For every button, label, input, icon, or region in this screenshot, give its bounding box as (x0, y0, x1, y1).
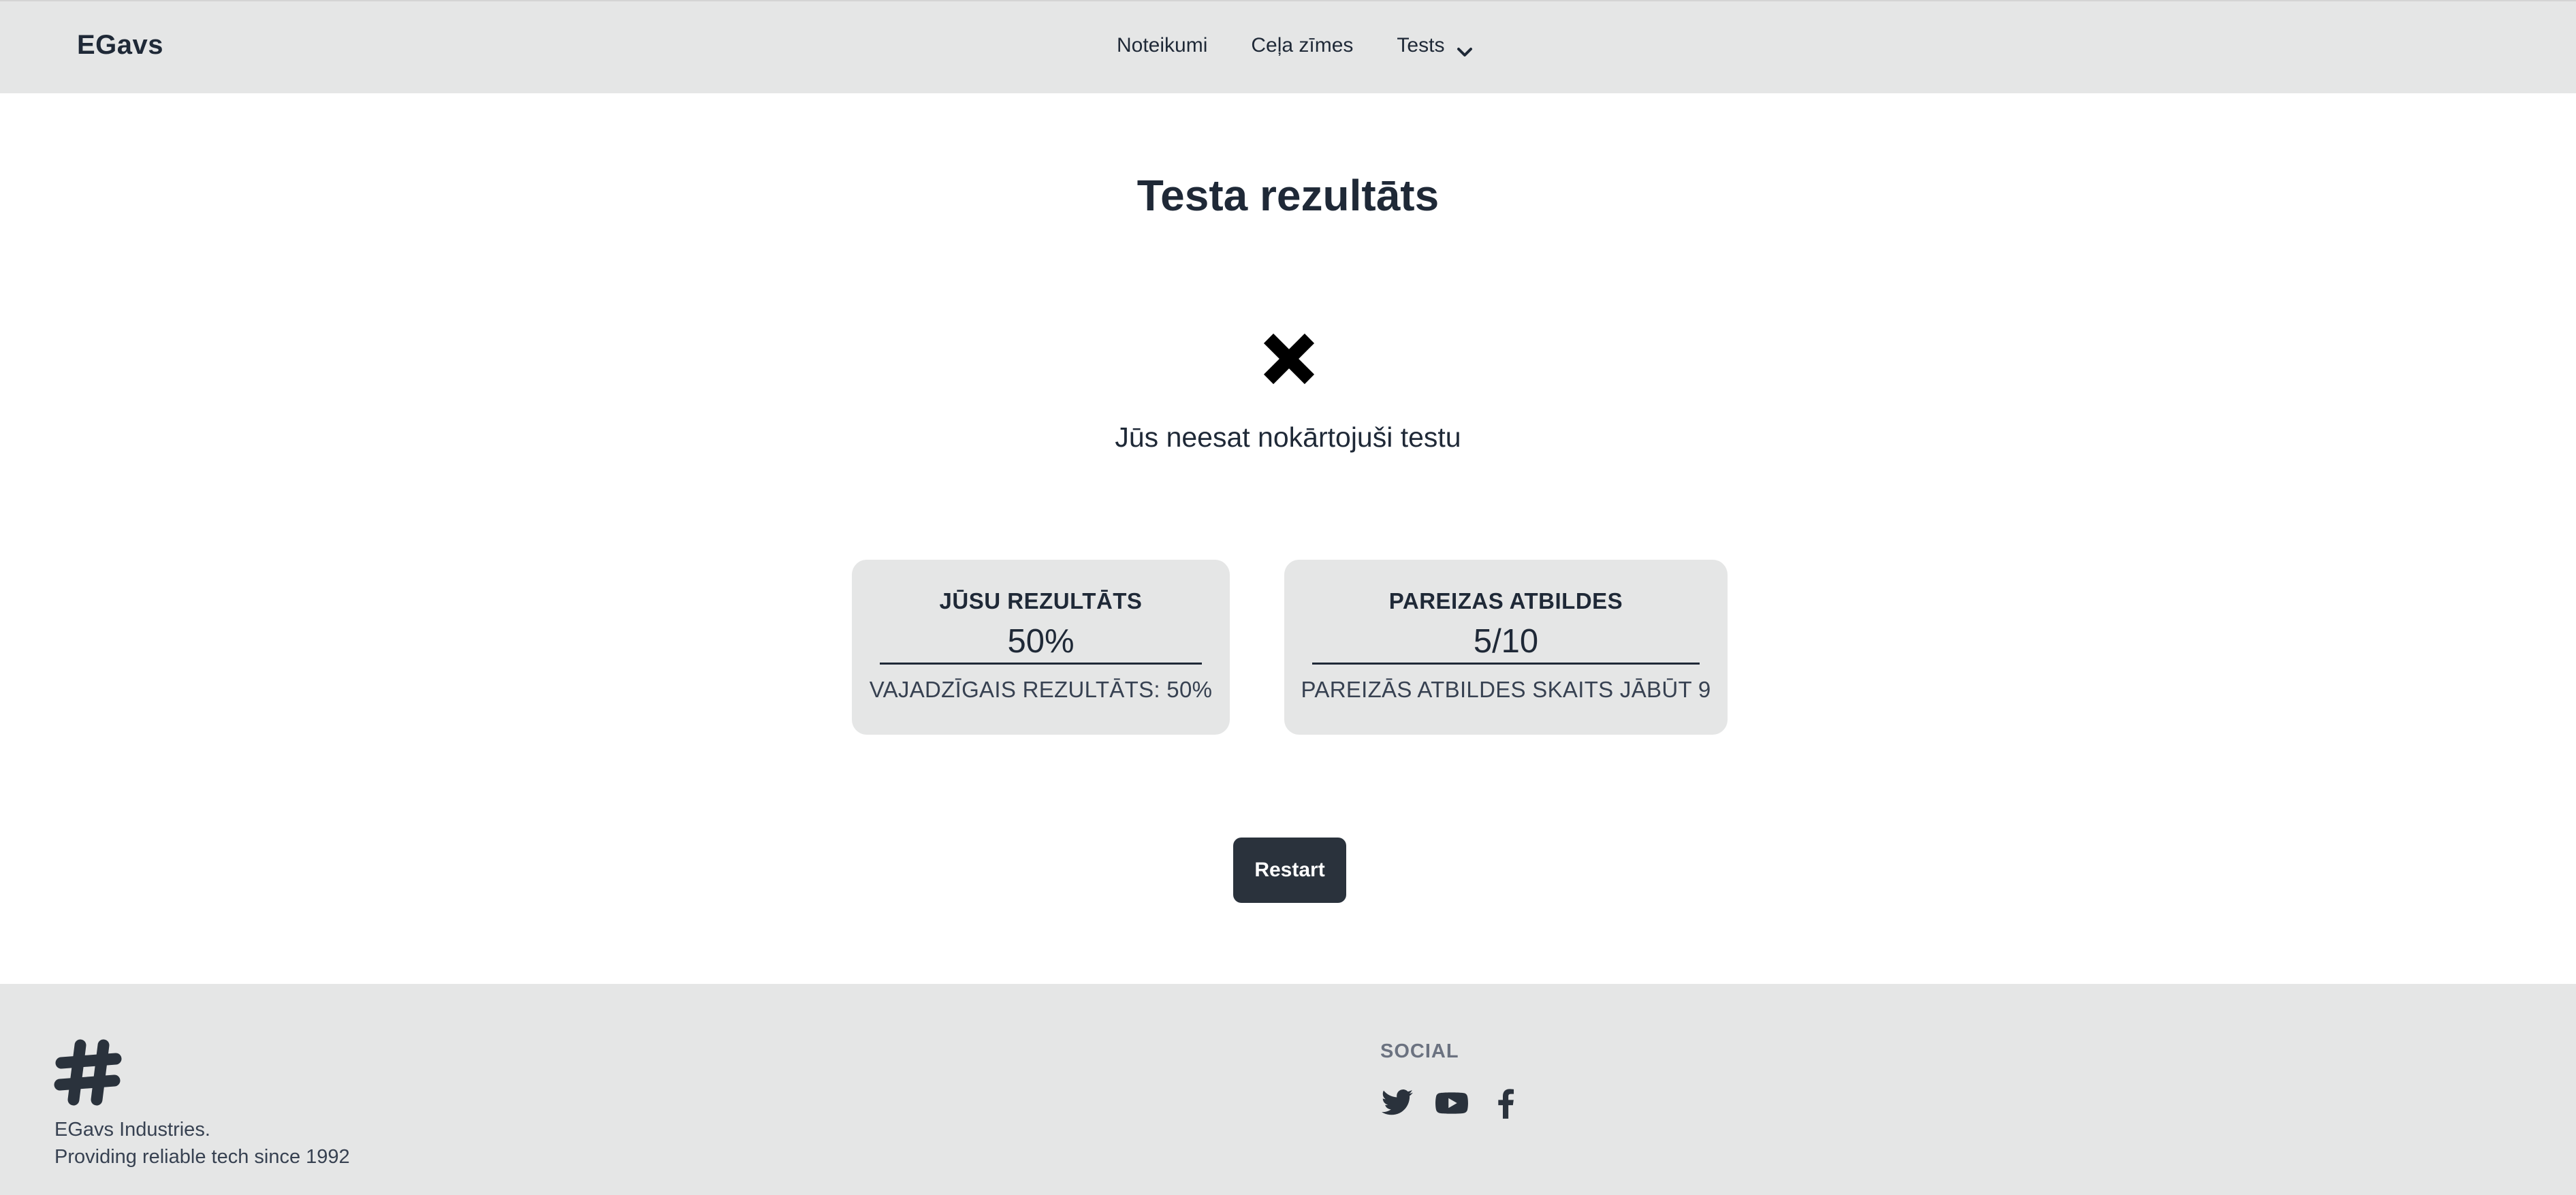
result-card-description: VAJADZĪGAIS REZULTĀTS: 50% (869, 677, 1213, 702)
result-card: JŪSU REZULTĀTS 50% VAJADZĪGAIS REZULTĀTS… (852, 560, 1230, 735)
close-icon (1259, 329, 1319, 389)
page-title: Testa rezultāts (1136, 171, 1440, 220)
social-title: SOCIAL (1380, 1040, 1459, 1062)
answers-card-title: PAREIZAS ATBILDES (1388, 588, 1623, 614)
youtube-icon[interactable] (1435, 1086, 1469, 1120)
answers-card-value: 5/10 (1312, 621, 1700, 665)
restart-button[interactable]: Restart (1233, 838, 1346, 903)
status-message: Jūs neesat nokārtojuši testu (1115, 421, 1461, 453)
hash-logo-icon (53, 1037, 124, 1108)
result-card-title: JŪSU REZULTĀTS (939, 588, 1143, 614)
nav-link-noteikumi[interactable]: Noteikumi (1117, 34, 1207, 57)
footer-tagline: Providing reliable tech since 1992 (54, 1146, 350, 1168)
result-card-value: 50% (880, 621, 1202, 665)
footer-company: EGavs Industries. (54, 1119, 210, 1141)
facebook-icon[interactable] (1489, 1086, 1523, 1120)
chevron-down-icon (1457, 40, 1473, 57)
brand-logo[interactable]: EGavs (77, 30, 163, 61)
navbar: EGavs Noteikumi Ceļa zīmes Tests (0, 0, 2576, 93)
nav-dropdown-label: Tests (1397, 34, 1445, 57)
nav-dropdown-tests[interactable]: Tests (1397, 34, 1473, 57)
answers-card-description: PAREIZĀS ATBILDES SKAITS JĀBŪT 9 (1301, 677, 1711, 702)
nav-link-cela-zimes[interactable]: Ceļa zīmes (1251, 34, 1353, 57)
footer: EGavs Industries. Providing reliable tec… (0, 984, 2576, 1195)
twitter-icon[interactable] (1380, 1086, 1414, 1120)
answers-card: PAREIZAS ATBILDES 5/10 PAREIZĀS ATBILDES… (1284, 560, 1728, 735)
social-icons (1380, 1086, 1523, 1120)
nav-menu: Noteikumi Ceļa zīmes Tests (1117, 34, 1473, 57)
